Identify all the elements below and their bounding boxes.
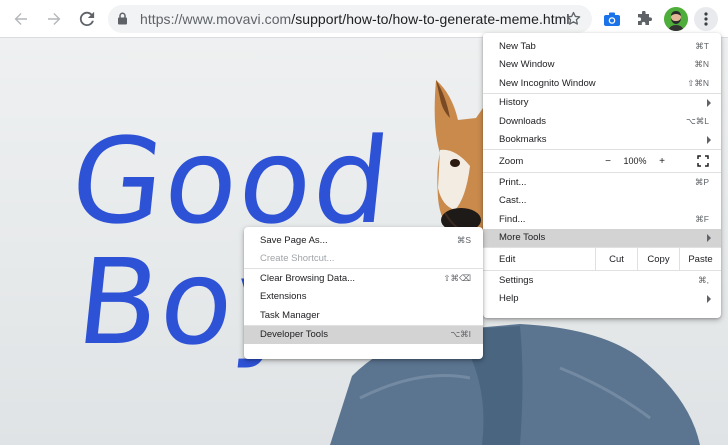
- lock-icon[interactable]: [117, 12, 128, 30]
- menu-item-more-tools[interactable]: More Tools: [483, 228, 721, 247]
- url-text: https://www.movavi.com/support/how-to/ho…: [140, 11, 570, 27]
- menu-item-bookmarks[interactable]: Bookmarks: [483, 131, 721, 150]
- menu-shortcut: ⌘F: [695, 213, 709, 224]
- menu-item-developer-tools[interactable]: Developer Tools ⌥⌘I: [244, 325, 483, 344]
- menu-label: Zoom: [499, 155, 524, 167]
- menu-item-edit: Edit Cut Copy Paste: [483, 248, 721, 270]
- chevron-right-icon: [707, 294, 711, 303]
- url-path: /support/how-to/how-to-generate-meme.htm…: [291, 11, 570, 27]
- cut-button[interactable]: Cut: [595, 248, 637, 270]
- menu-label: History: [499, 97, 529, 109]
- menu-item-find[interactable]: Find... ⌘F: [483, 210, 721, 229]
- chevron-right-icon: [707, 98, 711, 107]
- menu-shortcut: ⌘,: [698, 274, 709, 285]
- menu-item-cast[interactable]: Cast...: [483, 192, 721, 211]
- menu-item-new-tab[interactable]: New Tab ⌘T: [483, 37, 721, 56]
- menu-shortcut: ⌥⌘L: [685, 115, 709, 126]
- more-tools-submenu: Save Page As... ⌘S Create Shortcut... Cl…: [244, 227, 483, 359]
- menu-shortcut: ⌘S: [456, 234, 471, 245]
- star-icon[interactable]: [565, 10, 582, 32]
- menu-shortcut: ⇧⌘N: [687, 77, 709, 88]
- menu-item-new-incognito-window[interactable]: New Incognito Window ⇧⌘N: [483, 74, 721, 93]
- camera-icon[interactable]: [600, 7, 624, 31]
- menu-shortcut: ⌘T: [695, 40, 709, 51]
- kebab-menu-icon[interactable]: [694, 7, 718, 31]
- menu-item-create-shortcut: Create Shortcut...: [244, 250, 483, 269]
- zoom-out-button[interactable]: −: [595, 156, 621, 167]
- menu-label: Task Manager: [260, 309, 320, 321]
- menu-item-extensions[interactable]: Extensions: [244, 288, 483, 307]
- url-host: https://www.movavi.com: [140, 11, 292, 27]
- menu-item-print[interactable]: Print... ⌘P: [483, 173, 721, 192]
- menu-shortcut: ⇧⌘⌫: [443, 272, 471, 283]
- address-bar[interactable]: https://www.movavi.com/support/how-to/ho…: [108, 5, 592, 33]
- reload-icon[interactable]: [75, 7, 99, 31]
- menu-label: Print...: [499, 176, 527, 188]
- back-arrow-icon[interactable]: [9, 7, 33, 31]
- menu-label: More Tools: [499, 232, 546, 244]
- menu-label: Bookmarks: [499, 134, 547, 146]
- menu-item-downloads[interactable]: Downloads ⌥⌘L: [483, 112, 721, 131]
- menu-label: Help: [499, 293, 519, 305]
- menu-item-new-window[interactable]: New Window ⌘N: [483, 56, 721, 75]
- menu-label: Save Page As...: [260, 234, 328, 246]
- zoom-level: 100%: [623, 156, 647, 166]
- menu-shortcut: ⌘P: [694, 176, 709, 187]
- avatar[interactable]: [664, 7, 688, 31]
- chrome-main-menu: New Tab ⌘T New Window ⌘N New Incognito W…: [483, 33, 721, 318]
- meme-text-line1: Good: [64, 112, 398, 250]
- menu-label: Edit: [499, 253, 516, 265]
- forward-arrow-icon[interactable]: [42, 7, 66, 31]
- menu-label: Settings: [499, 274, 534, 286]
- menu-item-settings[interactable]: Settings ⌘,: [483, 271, 721, 290]
- zoom-controls: − 100% +: [595, 150, 675, 172]
- chevron-right-icon: [707, 135, 711, 144]
- menu-shortcut: ⌥⌘I: [450, 329, 471, 340]
- menu-item-task-manager[interactable]: Task Manager: [244, 306, 483, 325]
- paste-button[interactable]: Paste: [679, 248, 721, 270]
- menu-item-zoom: Zoom − 100% +: [483, 150, 721, 172]
- menu-label: New Tab: [499, 40, 536, 52]
- menu-label: Extensions: [260, 291, 307, 303]
- copy-button[interactable]: Copy: [637, 248, 679, 270]
- fullscreen-icon[interactable]: [697, 155, 709, 167]
- zoom-in-button[interactable]: +: [649, 156, 675, 167]
- menu-item-save-page-as[interactable]: Save Page As... ⌘S: [244, 231, 483, 250]
- menu-item-help[interactable]: Help: [483, 290, 721, 309]
- menu-label: Cast...: [499, 195, 527, 207]
- menu-item-history[interactable]: History: [483, 94, 721, 113]
- puzzle-icon[interactable]: [632, 7, 656, 31]
- edit-buttons: Cut Copy Paste: [595, 248, 721, 270]
- menu-item-clear-browsing-data[interactable]: Clear Browsing Data... ⇧⌘⌫: [244, 269, 483, 288]
- menu-label: Find...: [499, 213, 526, 225]
- menu-label: Create Shortcut...: [260, 253, 335, 265]
- chevron-right-icon: [707, 233, 711, 242]
- menu-shortcut: ⌘N: [694, 59, 709, 70]
- menu-label: New Window: [499, 59, 555, 71]
